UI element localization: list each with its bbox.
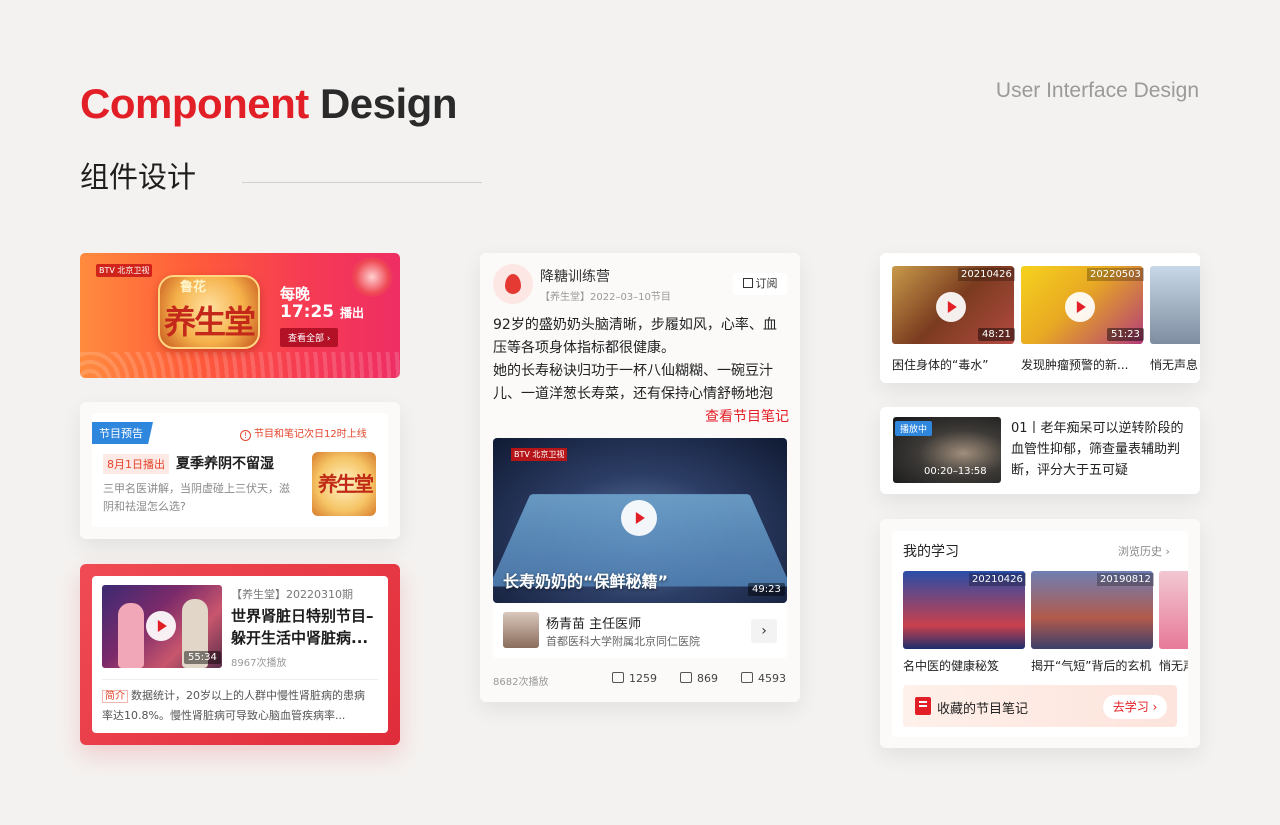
video-caption[interactable]: 发现肿瘤预警的新... [1021,356,1128,373]
video-caption[interactable]: 名中医的健康秘笈 [903,657,999,674]
program-banner[interactable]: BTV 北京卫视 鲁花 养生堂 每晚 17:25 播出 查看全部 › [80,253,400,378]
channel-logo: BTV 北京卫视 [511,448,567,461]
schedule-time: 17:25 播出 [280,302,364,322]
view-notes-link[interactable]: 查看节目笔记 [699,406,789,426]
go-learn-button[interactable]: 去学习 › [1103,695,1167,719]
air-date-badge: 8月1日播出 [103,454,169,474]
thumb-figure [118,603,144,668]
view-count: 8967次播放 [231,654,286,669]
video-caption[interactable]: 揭开“气短”背后的玄机 [1031,657,1151,674]
view-all-button[interactable]: 查看全部 › [280,328,338,347]
subtitle-chinese: 组件设计 [80,154,196,196]
playing-time-range: 00:20–13:58 [924,466,987,477]
preview-title: 夏季养阴不留湿 [176,453,274,473]
logo-sponsor-text: 鲁花 [180,276,206,295]
preview-desc: 三甲名医讲解，当阴虚碰上三伏天，滋阴和祛湿怎么选? [103,480,293,516]
video-thumbnail[interactable] [1159,571,1188,649]
page-title: Component Design [80,80,457,128]
share-icon [612,672,624,683]
post-meta: 【养生堂】2022–03–10节目 [540,288,671,303]
chevron-right-icon[interactable]: › [751,619,777,643]
info-icon: ! [240,430,251,441]
play-icon[interactable] [621,500,657,536]
intro-text: 数据统计，20岁以上的人群中慢性肾脏病的患病率达10.8%。慢性肾脏病可导致心脑… [102,689,365,722]
title-red-word: Component [80,80,309,127]
play-icon[interactable] [1065,292,1095,322]
author-avatar[interactable] [493,264,533,304]
notice-text: 节目和笔记次日12时上线 [254,429,367,440]
share-stat[interactable]: 1259 [612,672,657,685]
intro-tag: 简介 [102,690,128,703]
doctor-name: 杨青苗 主任医师 [546,613,641,632]
history-link[interactable]: 浏览历史 › [1118,543,1170,559]
air-time: 17:25 [280,302,334,322]
air-suffix: 播出 [340,306,364,320]
subscribe-icon [743,278,753,288]
flower-decoration-icon [350,257,394,297]
comment-stat[interactable]: 869 [680,672,718,685]
thumbnail-logo-text: 养生堂 [318,468,372,497]
playing-badge: 播放中 [895,421,932,436]
video-thumbnail[interactable] [1150,266,1200,344]
preview-notice: ! 节目和笔记次日12时上线 [240,425,367,441]
doctor-org: 首都医科大学附属北京同仁医院 [546,633,700,649]
video-date: 20210426 [969,573,1026,586]
play-count: 8682次播放 [493,673,548,688]
comment-count: 869 [697,672,718,685]
notes-icon [915,697,931,715]
post-body: 92岁的盛奶奶头脑清晰，步履如风，心率、血压等各项身体指标都很健康。 她的长寿秘… [493,314,789,406]
subtitle-english: User Interface Design [996,79,1199,103]
divider [102,679,378,680]
play-icon[interactable] [936,292,966,322]
channel-logo: BTV 北京卫视 [96,264,152,277]
video-duration: 48:21 [978,328,1015,341]
doctor-avatar [503,612,539,648]
preview-tag: 节目预告 [92,422,153,444]
video-caption[interactable]: 困住身体的“毒水” [892,356,988,373]
video-title[interactable]: 世界肾脏日特别节目–躲开生活中肾脏病... [231,605,381,649]
video-caption[interactable]: 悄无声息 [1150,356,1200,373]
like-stat[interactable]: 4593 [741,672,786,685]
video-duration: 55:34 [184,651,221,664]
section-title: 我的学习 [903,541,959,561]
video-date: 20220503 [1087,268,1144,281]
video-intro: 简介 数据统计，20岁以上的人群中慢性肾脏病的患病率达10.8%。慢性肾脏病可导致… [102,686,372,725]
saved-notes-label: 收藏的节目笔记 [937,698,1028,717]
thumbs-up-icon [741,672,753,683]
logo-main-text: 养生堂 [164,297,254,343]
comment-icon [680,672,692,683]
like-count: 4593 [758,672,786,685]
play-icon[interactable] [146,611,176,641]
subscribe-label: 订阅 [756,277,778,290]
preview-thumbnail: 养生堂 [312,452,376,516]
header-divider [242,182,482,183]
author-name[interactable]: 降糖训练营 [540,266,610,286]
title-dark-word: Design [320,80,457,127]
video-date: 20190812 [1097,573,1154,586]
now-playing-title[interactable]: 01丨老年痴呆可以逆转阶段的血管性抑郁，筛查量表辅助判断，评分大于五可疑 [1011,418,1191,481]
video-caption[interactable]: 悄无声 [1159,657,1188,674]
subscribe-button[interactable]: 订阅 [733,273,787,295]
video-source: 【养生堂】20220310期 [231,586,353,602]
share-count: 1259 [629,672,657,685]
video-caption: 长寿奶奶的“保鲜秘籍” [503,568,668,592]
schedule-label: 每晚 [280,283,310,304]
banner-cloud-pattern [80,352,400,378]
video-duration: 51:23 [1107,328,1144,341]
video-duration: 49:23 [748,583,785,596]
video-date: 20210426 [958,268,1015,281]
